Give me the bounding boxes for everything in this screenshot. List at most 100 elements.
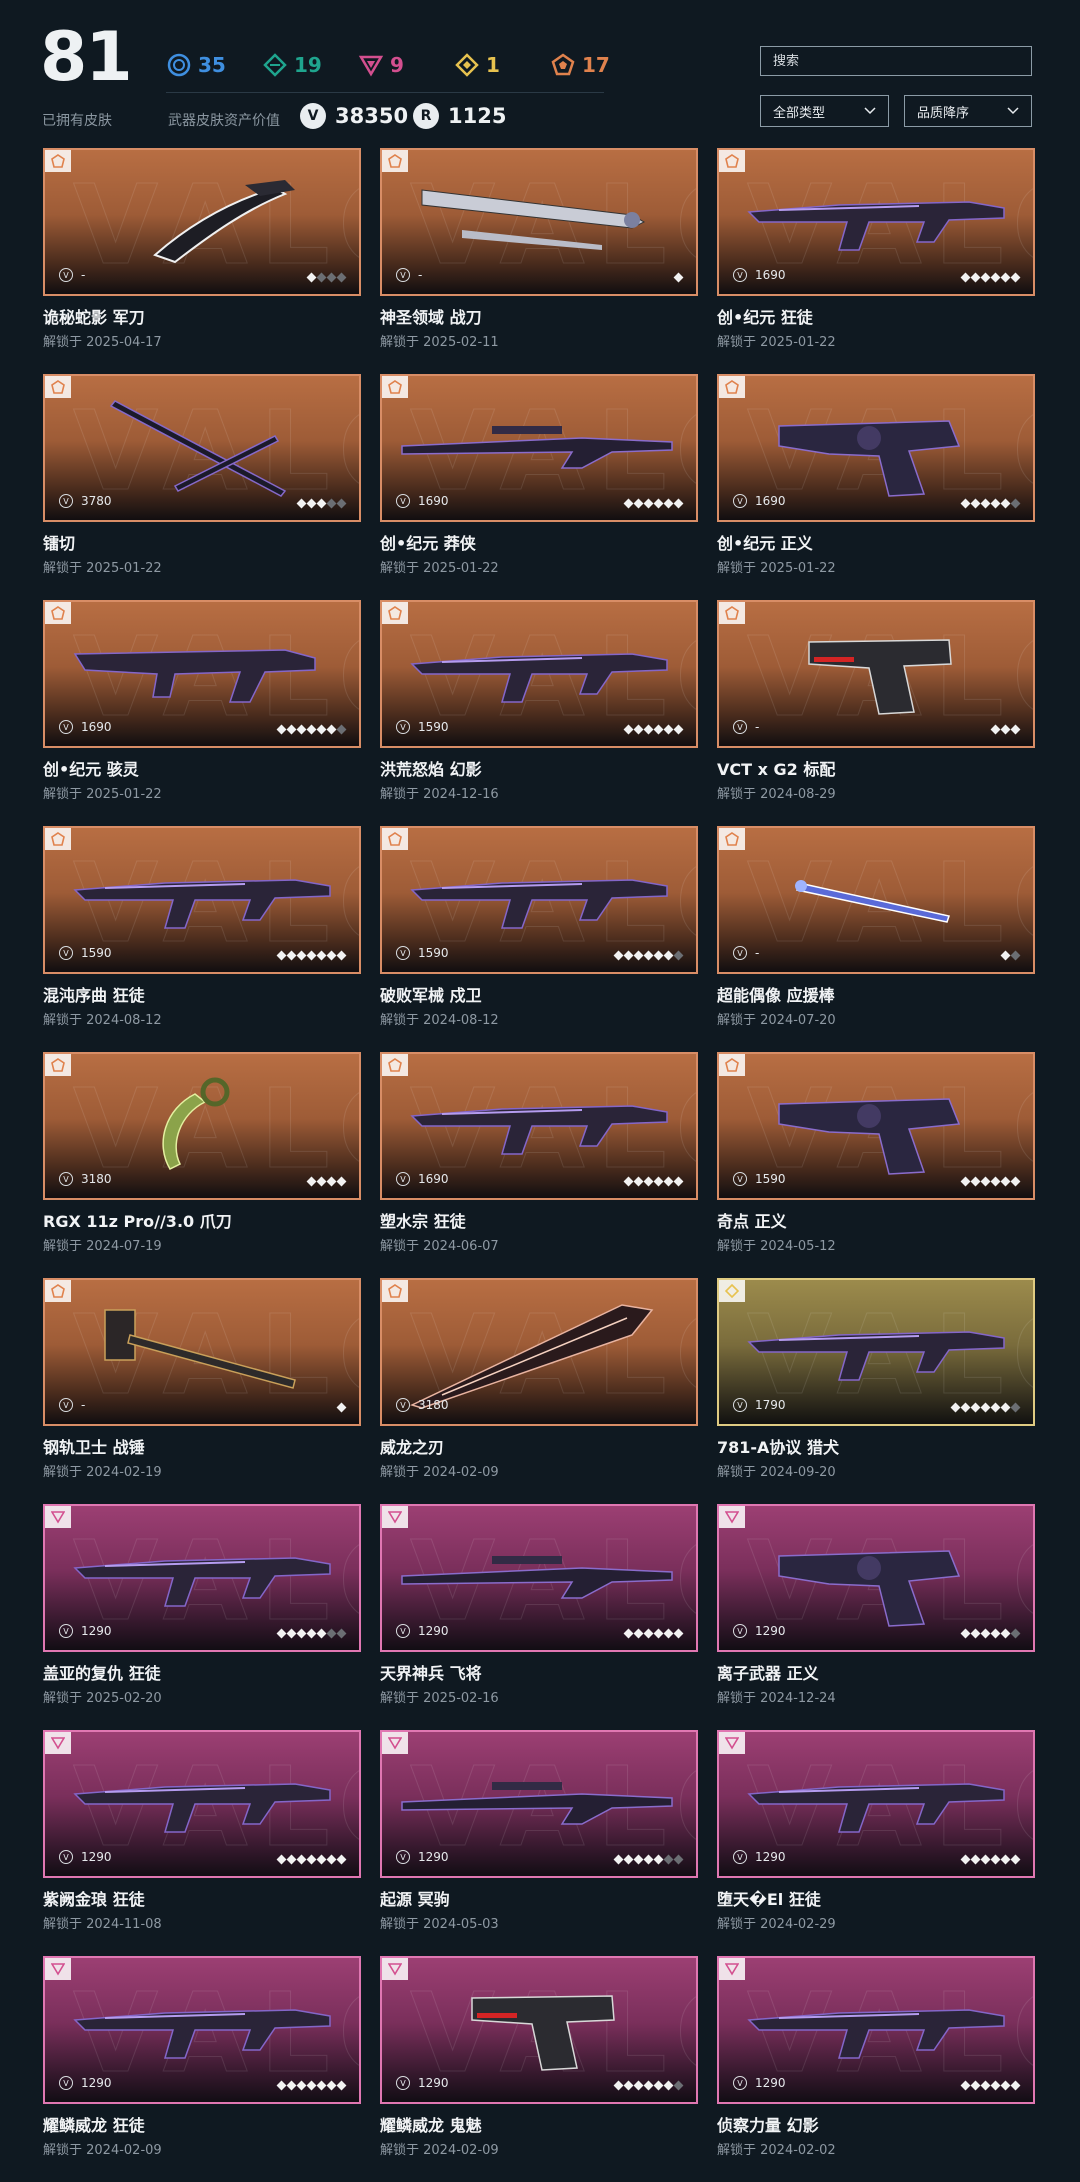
price-value: 1290	[418, 2076, 449, 2090]
skin-card[interactable]: VALOV- 神圣领域 战刀解锁于 2025-02-11	[380, 148, 698, 374]
price-value: 1790	[755, 1398, 786, 1412]
level-gem	[276, 1628, 287, 1639]
skin-thumbnail[interactable]: VALOV1290	[380, 1730, 698, 1878]
skin-price: V 1290	[59, 1624, 112, 1638]
upgrade-levels	[306, 1176, 347, 1187]
vp-icon: V	[396, 1850, 410, 1864]
skin-thumbnail[interactable]: VALOV3780	[43, 374, 361, 522]
skin-grid: VALOV- 诡秘蛇影 军刀解锁于 2025-04-17 VALOV- 神圣领域 战刀…	[43, 148, 1043, 2182]
skin-thumbnail[interactable]: VALOV3180	[43, 1052, 361, 1200]
skin-thumbnail[interactable]: VALOV1290	[717, 1730, 1035, 1878]
skin-thumbnail[interactable]: VALOV1290	[43, 1504, 361, 1652]
level-gem	[1000, 2080, 1011, 2091]
skin-thumbnail[interactable]: VALOV1690	[717, 148, 1035, 296]
unlock-date: 解锁于 2024-12-24	[717, 1691, 836, 1707]
vp-icon: V	[59, 1624, 73, 1638]
skin-thumbnail[interactable]: VALOV1590	[380, 826, 698, 974]
level-gem	[336, 1854, 347, 1865]
skin-card[interactable]: VALOV1290耀鳞威龙 狂徒解锁于 2024-02-09	[43, 1956, 361, 2182]
skin-thumbnail[interactable]: VALOV1790	[717, 1278, 1035, 1426]
level-gem	[623, 1854, 634, 1865]
level-gem	[306, 498, 317, 509]
skin-thumbnail[interactable]: VALOV-	[717, 600, 1035, 748]
unlock-date: 解锁于 2024-09-20	[717, 1465, 836, 1481]
skin-thumbnail[interactable]: VALOV-	[43, 1278, 361, 1426]
sort-select[interactable]: 品质降序	[904, 95, 1032, 127]
skin-card[interactable]: VALOV1290离子武器 正义解锁于 2024-12-24	[717, 1504, 1035, 1730]
skin-thumbnail[interactable]: VALOV1690	[380, 1052, 698, 1200]
unlock-date: 解锁于 2024-02-09	[380, 1465, 499, 1481]
skin-card[interactable]: VALOV1290天界神兵 飞将解锁于 2025-02-16	[380, 1504, 698, 1730]
skin-card[interactable]: VALOV- 诡秘蛇影 军刀解锁于 2025-04-17	[43, 148, 361, 374]
skin-card[interactable]: VALOV1590混沌序曲 狂徒解锁于 2024-08-12	[43, 826, 361, 1052]
skin-card[interactable]: VALOV1290盖亚的复仇 狂徒解锁于 2025-02-20	[43, 1504, 361, 1730]
level-gem	[980, 272, 991, 283]
skin-card[interactable]: VALOV1790781-A协议 猎犬解锁于 2024-09-20	[717, 1278, 1035, 1504]
type-filter-select[interactable]: 全部类型	[760, 95, 889, 127]
skin-name: 盖亚的复仇 狂徒	[43, 1664, 161, 1683]
level-gem	[663, 1854, 674, 1865]
vp-icon: V	[733, 1850, 747, 1864]
skin-thumbnail[interactable]: VALOV1590	[380, 600, 698, 748]
upgrade-levels	[613, 2080, 684, 2091]
price-value: 1290	[755, 1850, 786, 1864]
vp-icon: V	[59, 494, 73, 508]
skin-thumbnail[interactable]: VALOV1290	[43, 1730, 361, 1878]
search-input[interactable]	[760, 46, 1032, 76]
skin-card[interactable]: VALOV1290紫阙金琅 狂徒解锁于 2024-11-08	[43, 1730, 361, 1956]
level-gem	[276, 724, 287, 735]
level-gem	[306, 1628, 317, 1639]
level-gem	[336, 724, 347, 735]
skin-card[interactable]: VALOV- 钢轨卫士 战锤解锁于 2024-02-19	[43, 1278, 361, 1504]
skin-card[interactable]: VALOV1690创•纪元 骇灵解锁于 2025-01-22	[43, 600, 361, 826]
skin-thumbnail[interactable]: VALOV1690	[43, 600, 361, 748]
skin-card[interactable]: VALOV1290侦察力量 幻影解锁于 2024-02-02	[717, 1956, 1035, 2182]
skin-thumbnail[interactable]: VALOV-	[43, 148, 361, 296]
skin-card[interactable]: VALOV- 超能偶像 应援棒解锁于 2024-07-20	[717, 826, 1035, 1052]
level-gem	[1010, 950, 1021, 961]
skin-thumbnail[interactable]: VALOV1690	[717, 374, 1035, 522]
skin-card[interactable]: VALOV1290耀鳞威龙 鬼魅解锁于 2024-02-09	[380, 1956, 698, 2182]
skin-card[interactable]: VALOV1690塑水宗 狂徒解锁于 2024-06-07	[380, 1052, 698, 1278]
skin-card[interactable]: VALOV1290堕天�El 狂徒解锁于 2024-02-29	[717, 1730, 1035, 1956]
tier-deluxe: 19	[262, 52, 358, 78]
level-gem	[980, 1176, 991, 1187]
skin-thumbnail[interactable]: VALOV1290	[380, 1956, 698, 2104]
skin-thumbnail[interactable]: VALOV-	[380, 148, 698, 296]
skin-card[interactable]: VALOV3180威龙之刃解锁于 2024-02-09	[380, 1278, 698, 1504]
skin-thumbnail[interactable]: VALOV1590	[43, 826, 361, 974]
skin-thumbnail[interactable]: VALOV1290	[43, 1956, 361, 2104]
level-gem	[990, 1854, 1001, 1865]
skin-card[interactable]: VALOV1590奇点 正义解锁于 2024-05-12	[717, 1052, 1035, 1278]
skin-thumbnail[interactable]: VALOV1690	[380, 374, 698, 522]
tier-premium-count: 9	[390, 53, 404, 77]
skin-thumbnail[interactable]: VALOV1290	[380, 1504, 698, 1652]
skin-card[interactable]: VALOV1590洪荒怒焰 幻影解锁于 2024-12-16	[380, 600, 698, 826]
skin-name: 堕天�El 狂徒	[717, 1890, 821, 1909]
skin-card[interactable]: VALOV1690创•纪元 正义解锁于 2025-01-22	[717, 374, 1035, 600]
unlock-date: 解锁于 2024-07-20	[717, 1013, 836, 1029]
upgrade-levels	[960, 1176, 1021, 1187]
skin-thumbnail[interactable]: VALOV3180	[380, 1278, 698, 1426]
skin-thumbnail[interactable]: VALOV1590	[717, 1052, 1035, 1200]
skin-thumbnail[interactable]: VALOV-	[717, 826, 1035, 974]
level-gem	[1000, 724, 1011, 735]
skin-thumbnail[interactable]: VALOV1290	[717, 1504, 1035, 1652]
upgrade-levels	[673, 272, 684, 283]
unlock-date: 解锁于 2025-02-16	[380, 1691, 499, 1707]
skin-price: V 3180	[59, 1172, 112, 1186]
unlock-date: 解锁于 2025-04-17	[43, 335, 162, 351]
skin-card[interactable]: VALOV1590破败军械 戍卫解锁于 2024-08-12	[380, 826, 698, 1052]
level-gem	[960, 1402, 971, 1413]
skin-thumbnail[interactable]: VALOV1290	[717, 1956, 1035, 2104]
skin-price: V 1590	[733, 1172, 786, 1186]
skin-card[interactable]: VALOV1690创•纪元 狂徒解锁于 2025-01-22	[717, 148, 1035, 374]
skin-card[interactable]: VALOV- VCT x G2 标配解锁于 2024-08-29	[717, 600, 1035, 826]
skin-card[interactable]: VALOV1690创•纪元 莽侠解锁于 2025-01-22	[380, 374, 698, 600]
skin-card[interactable]: VALOV3780镭切解锁于 2025-01-22	[43, 374, 361, 600]
vp-icon: V	[396, 268, 410, 282]
vp-total: V 38350	[300, 103, 408, 129]
sword-icon	[421, 189, 646, 250]
skin-card[interactable]: VALOV1290起源 冥驹解锁于 2024-05-03	[380, 1730, 698, 1956]
skin-card[interactable]: VALOV3180RGX 11z Pro//3.0 爪刀解锁于 2024-07-…	[43, 1052, 361, 1278]
